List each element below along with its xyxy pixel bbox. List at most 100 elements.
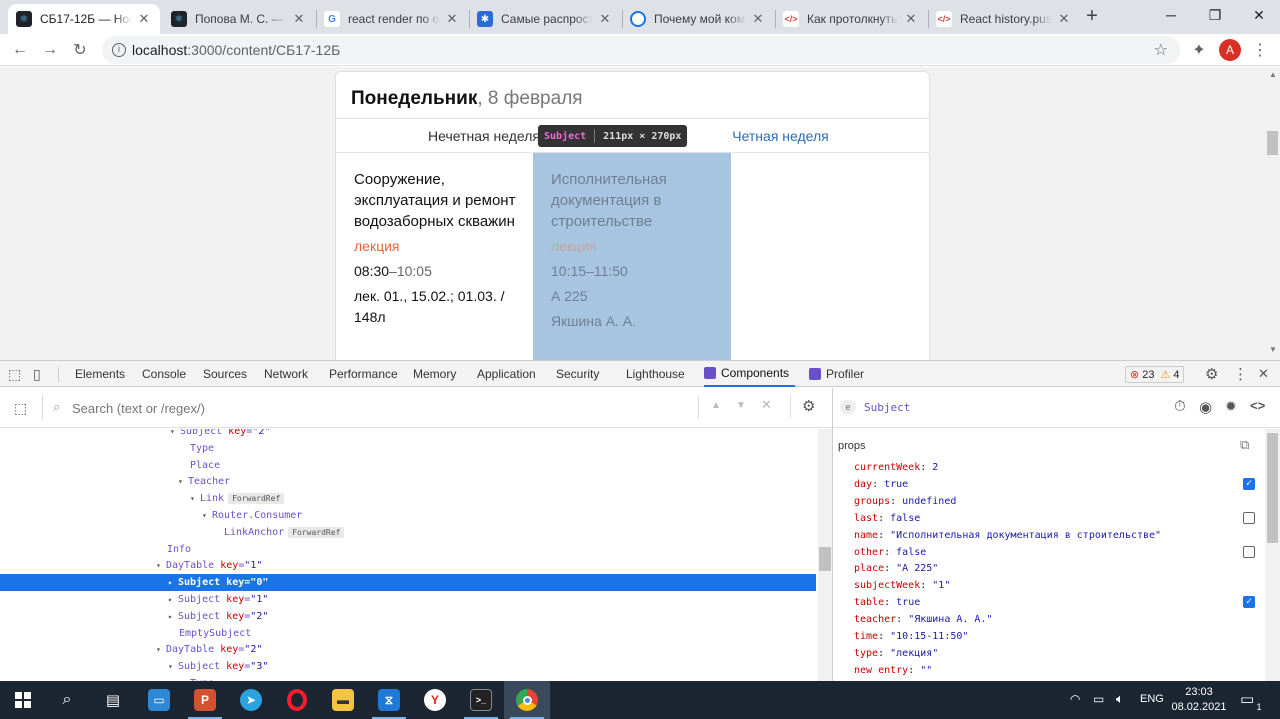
close-tab-icon[interactable]: ✕ [444,11,460,27]
prop-value[interactable]: "Якшина А. А." [908,614,992,625]
tree-node[interactable]: Place [0,457,816,474]
browser-tab[interactable]: </> Как протолкнуть с помощью ✕ [775,4,927,34]
tree-node[interactable]: ▾ Router.Consumer [0,507,816,524]
prop-row[interactable]: subjectWeek: "1" [854,577,950,594]
telegram-icon[interactable]: ➤ [228,681,274,719]
system-clock[interactable]: 23:03 08.02.2021 [1168,681,1230,719]
browser-tab[interactable]: </> React history.push ✕ [928,4,1080,34]
expanded-caret-icon[interactable]: ▾ [178,473,188,490]
subject-card[interactable]: Сооружение, эксплуатация и ремонт водоза… [336,153,534,360]
prop-row[interactable]: time: "10:15-11:50" [854,628,968,645]
close-tab-icon[interactable]: ✕ [291,11,307,27]
expanded-caret-icon[interactable]: ▾ [168,658,178,675]
terminal-icon[interactable]: >_ [458,681,504,719]
tab-performance[interactable]: Performance [329,361,398,387]
prop-row[interactable]: last: false [854,510,920,527]
prop-row[interactable]: groups: undefined [854,493,956,510]
url-text[interactable]: localhost:3000/content/СБ17-12Б [132,42,340,58]
tree-node[interactable]: ▾ Teacher [0,473,816,490]
prop-checkbox[interactable] [1243,545,1255,558]
tree-node[interactable]: ▸ Subject key="1" [0,591,816,608]
expanded-caret-icon[interactable]: ▾ [156,641,166,658]
prop-row[interactable]: day: true [854,476,908,493]
search-prev-icon[interactable]: ▲ [711,400,721,411]
close-devtools-icon[interactable]: ✕ [1258,361,1269,387]
tree-node[interactable]: ▾ Subject key="2" [0,429,816,440]
address-bar[interactable]: i localhost:3000/content/СБ17-12Б ☆ [102,36,1180,64]
tree-node[interactable]: ▾ Subject key="3" [0,658,816,675]
tree-scrollbar[interactable] [818,429,832,681]
powerpoint-icon[interactable]: P [182,681,228,719]
language-indicator[interactable]: ENG [1140,693,1164,705]
tab-application[interactable]: Application [477,361,536,387]
tree-node[interactable]: ▾ Link ForwardRef [0,490,816,507]
search-next-icon[interactable]: ▼ [736,400,746,411]
info-icon[interactable]: i [112,43,126,57]
subject-card-highlighted[interactable]: Исполнительная документация в строительс… [533,153,731,360]
expanded-caret-icon[interactable]: ▾ [190,490,200,507]
issues-counter[interactable]: ⊗ 23 ⚠ 4 [1125,366,1185,383]
browser-tab-active[interactable]: ⚛ СБ17-12Б — Новое расписание ✕ [8,4,160,34]
file-explorer-icon[interactable]: ▬ [320,681,366,719]
browser-tab[interactable]: ⚛ Попова М. С. — Новое расписание ✕ [163,4,315,34]
collapsed-caret-icon[interactable]: ▸ [168,574,178,591]
prop-row[interactable]: place: "А 225" [854,560,938,577]
prop-value[interactable]: "А 225" [896,563,938,574]
tree-node[interactable]: ▸ Subject key="0" [0,574,816,592]
devtools-menu-icon[interactable]: ⋮ [1233,361,1248,387]
suspend-timer-icon[interactable]: ⏱ [1174,398,1186,415]
expanded-caret-icon[interactable]: ▾ [170,429,180,440]
vscode-icon[interactable]: ⧖ [366,681,412,719]
expanded-caret-icon[interactable]: ▾ [202,507,212,524]
tab-console[interactable]: Console [142,361,186,387]
tree-node[interactable]: EmptySubject [0,625,816,642]
start-windows-icon[interactable] [0,681,46,719]
forward-icon[interactable]: → [38,38,62,62]
tab-sources[interactable]: Sources [203,361,247,387]
prop-checkbox[interactable]: ✓ [1243,596,1255,609]
explorer-window-icon[interactable]: ▭ [136,681,182,719]
tree-node[interactable]: LinkAnchor ForwardRef [0,524,816,541]
tab-elements[interactable]: Elements [75,361,125,387]
prop-value[interactable]: "лекция" [890,648,938,659]
prop-value[interactable]: "10:15-11:50" [890,631,968,642]
device-toolbar-icon[interactable]: ▯ [33,361,41,387]
inspect-dom-eye-icon[interactable]: ◉ [1199,398,1212,416]
tab-security[interactable]: Security [556,361,599,387]
close-tab-icon[interactable]: ✕ [750,11,766,27]
subject-teacher-link[interactable]: Якшина А. А. [551,311,713,332]
tree-node[interactable]: ▾ DayTable key="2" [0,641,816,658]
new-tab-button[interactable]: + [1082,6,1102,26]
tab-components[interactable]: Components [704,361,796,387]
profile-avatar[interactable]: A [1219,39,1241,61]
inspect-element-icon[interactable]: ⬚ [8,361,21,387]
volume-icon[interactable]: 🔈︎ [1116,691,1124,707]
prop-checkbox[interactable] [1243,511,1255,524]
prop-checkbox[interactable]: ✓ [1243,477,1255,490]
tab-profiler[interactable]: Profiler [809,361,864,387]
prop-row[interactable]: other: false [854,544,926,561]
settings-gear-icon[interactable]: ⚙ [1205,361,1218,387]
battery-icon[interactable]: ▭ [1093,692,1104,706]
maximize-window-button[interactable]: ❐ [1192,0,1238,30]
page-scroll-thumb[interactable] [1267,131,1278,155]
reload-icon[interactable]: ↻ [68,38,92,62]
browser-tab[interactable]: ✱ Самые распространённые ошибки ✕ [469,4,621,34]
props-scrollbar[interactable] [1265,429,1280,681]
prop-value[interactable]: true [896,597,920,608]
select-element-icon[interactable]: ⬚ [14,400,27,417]
component-settings-icon[interactable]: ⚙ [802,397,815,415]
task-view-icon[interactable]: ▤ [90,681,136,719]
prop-row[interactable]: type: "лекция" [854,645,938,662]
tree-node[interactable]: Info [0,541,816,558]
tree-node[interactable]: Type [0,440,816,457]
prop-value[interactable]: true [884,479,908,490]
component-search-input[interactable] [72,398,672,418]
browser-tab[interactable]: Почему мой компонент не ✕ [622,4,774,34]
browser-menu-icon[interactable]: ⋮ [1248,38,1272,62]
close-tab-icon[interactable]: ✕ [1056,11,1072,27]
tree-scroll-thumb[interactable] [819,547,831,571]
props-scroll-thumb[interactable] [1267,433,1278,543]
close-tab-icon[interactable]: ✕ [597,11,613,27]
collapsed-caret-icon[interactable]: ▸ [168,591,178,608]
